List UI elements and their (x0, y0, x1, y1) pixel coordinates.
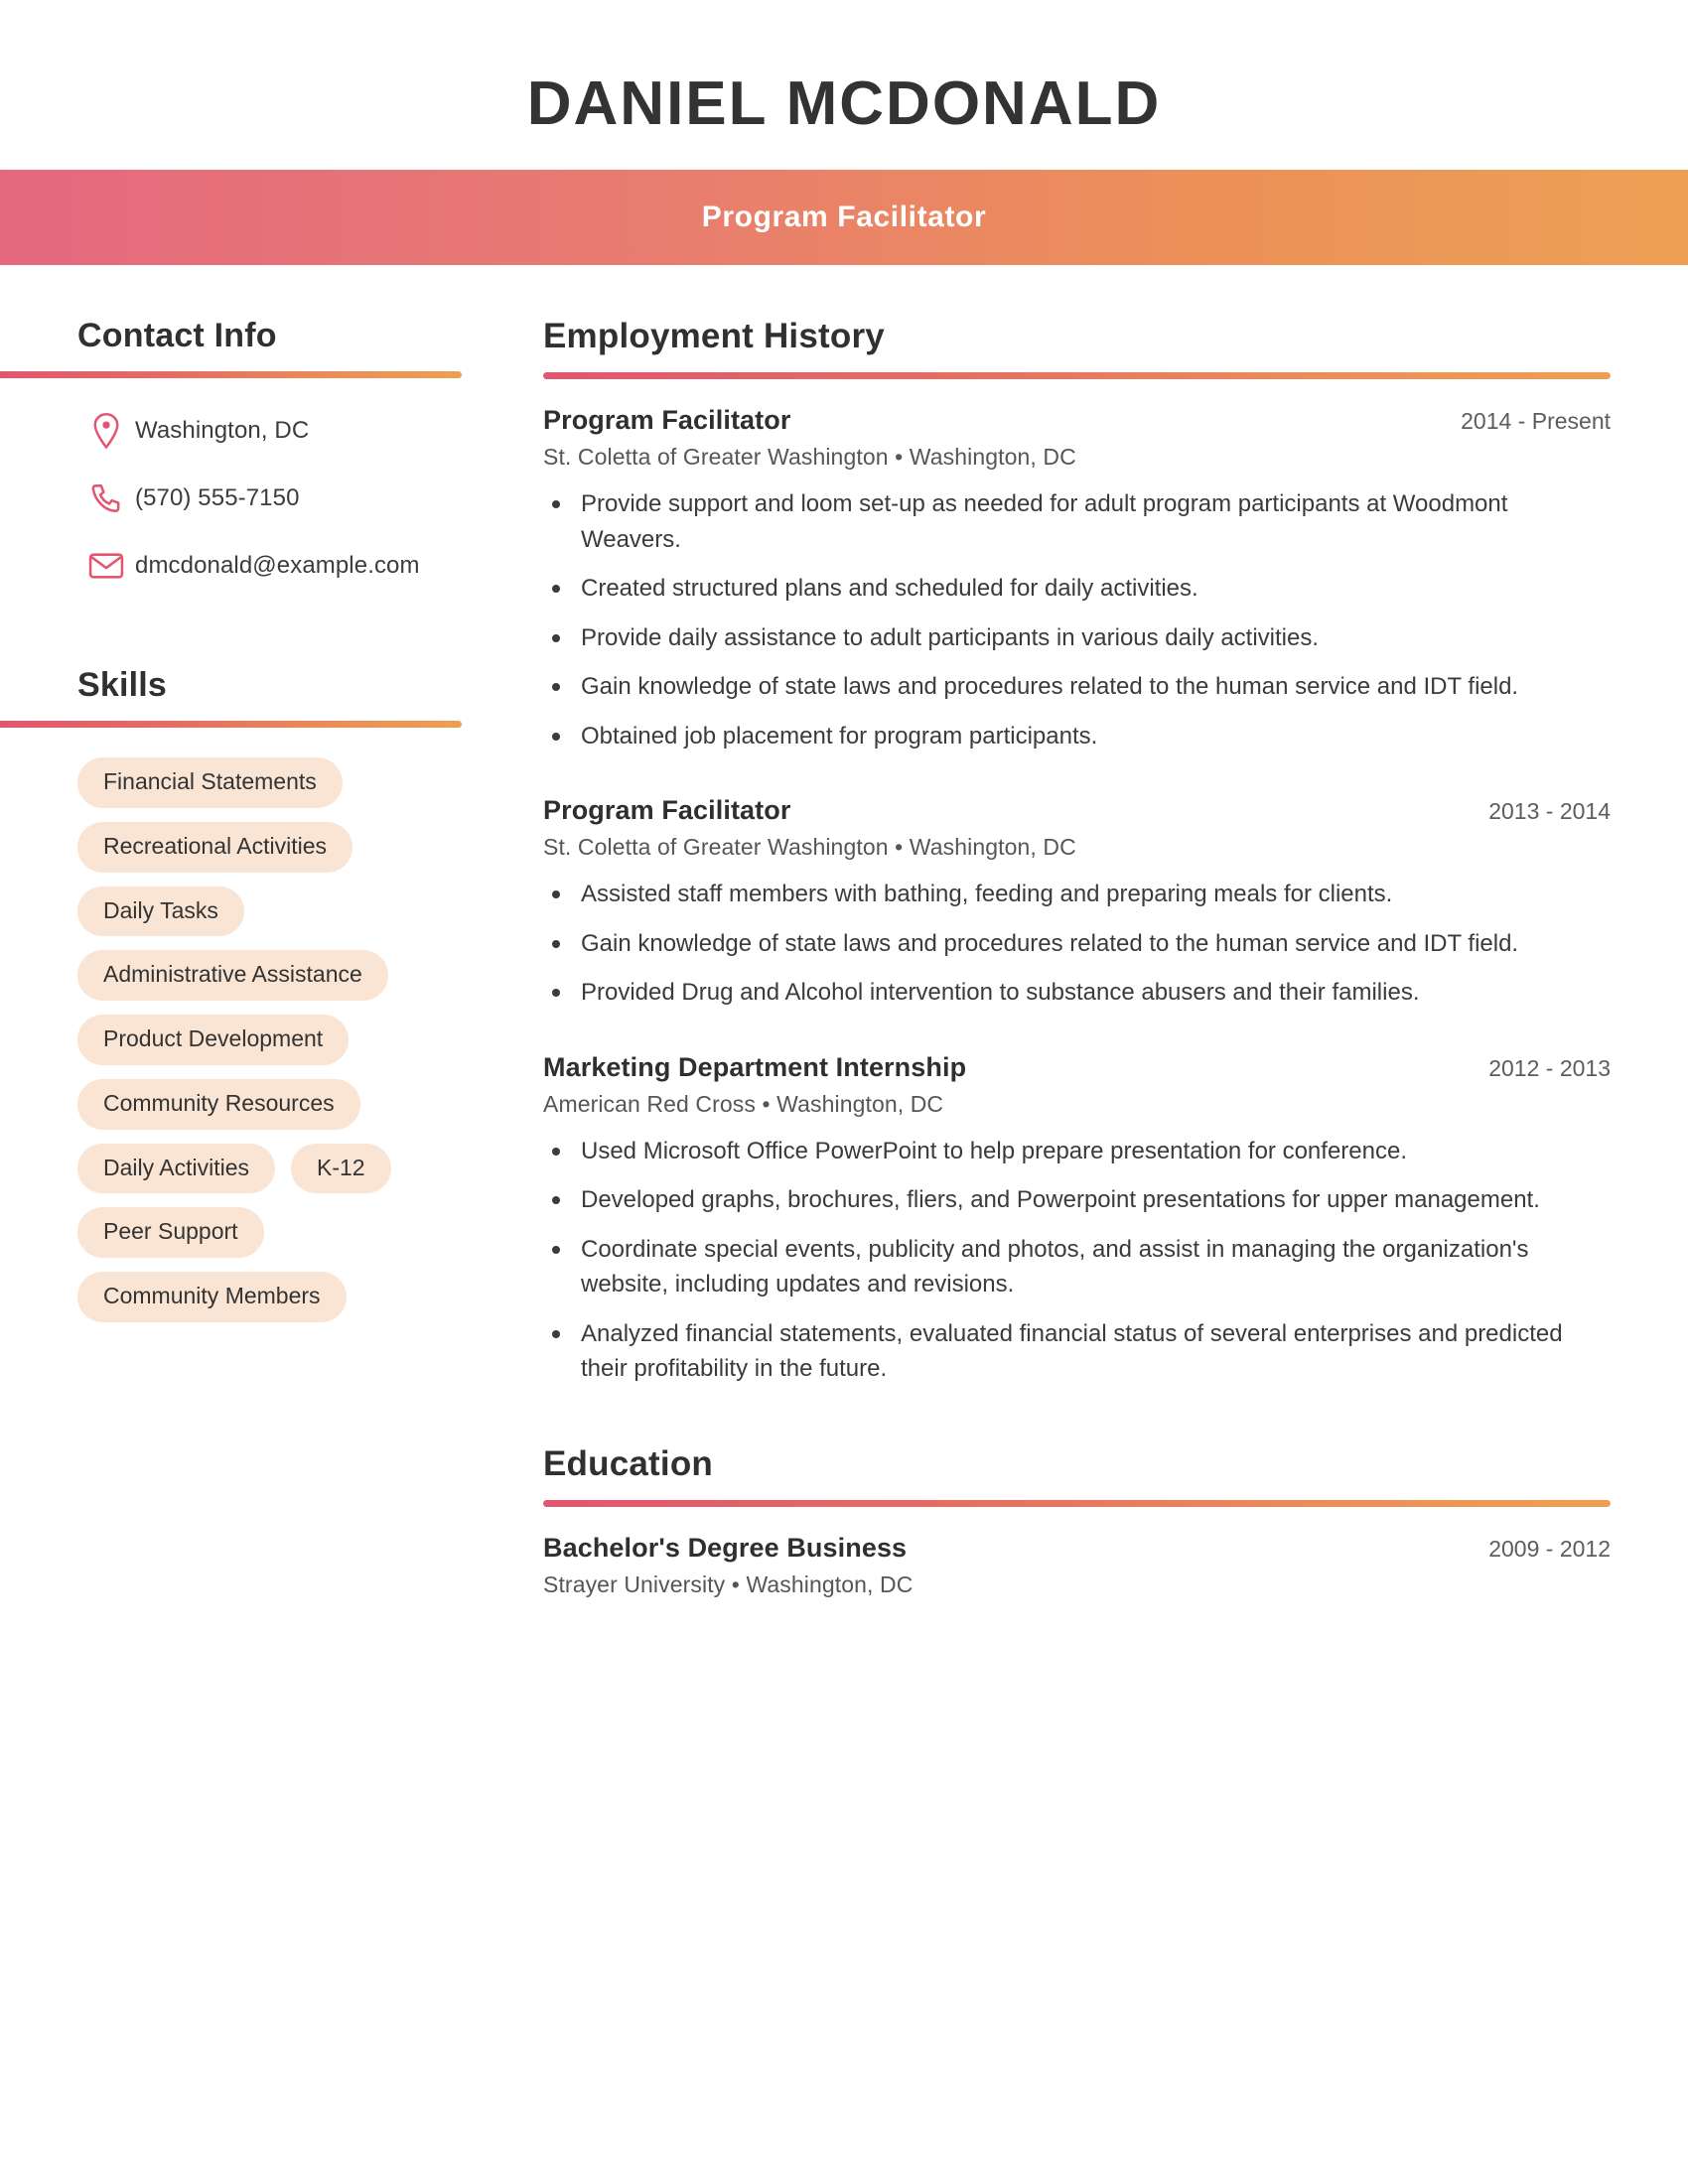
skill-pill[interactable]: Product Development (77, 1015, 350, 1065)
bullet-item: Developed graphs, brochures, fliers, and… (543, 1182, 1604, 1218)
employment-org-location: American Red Cross • Washington, DC (543, 1091, 1611, 1118)
resume-header: DANIEL MCDONALD (0, 0, 1688, 171)
contact-item-phone[interactable]: (570) 555-7150 (77, 476, 462, 521)
employment-job-title: Marketing Department Internship (543, 1051, 967, 1082)
employment-separator: • (895, 834, 904, 861)
contact-item-location[interactable]: Washington, DC (77, 408, 462, 454)
job-title: Program Facilitator (701, 201, 987, 234)
education-entry-header: Bachelor's Degree Business 2009 - 2012 (543, 1533, 1611, 1564)
employment-bullets: Provide support and loom set-up as neede… (543, 486, 1611, 753)
bullet-item: Gain knowledge of state laws and procedu… (543, 926, 1604, 962)
employment-dates: 2014 - Present (1461, 408, 1611, 435)
skills-section: Skills Financial Statements Recreational… (0, 666, 462, 1322)
employment-separator: • (895, 444, 904, 471)
employment-entry-header: Marketing Department Internship 2012 - 2… (543, 1052, 1611, 1083)
education-degree: Bachelor's Degree Business (543, 1532, 908, 1563)
employment-history-divider (543, 372, 1611, 380)
contact-info-divider (0, 371, 462, 379)
employment-organization: St. Coletta of Greater Washington (543, 834, 889, 861)
employment-separator: • (762, 1090, 771, 1117)
employment-entry-header: Program Facilitator 2013 - 2014 (543, 795, 1611, 826)
contact-item-email[interactable]: dmcdonald@example.com (77, 543, 462, 589)
employment-entry: Program Facilitator 2013 - 2014 St. Cole… (543, 795, 1611, 1011)
contact-list: Washington, DC (570) 555-7150 dmcdonald@… (77, 378, 462, 589)
skills-divider (0, 721, 462, 729)
employment-history-section: Employment History Program Facilitator 2… (543, 317, 1611, 1387)
employment-location: Washington, DC (909, 834, 1076, 861)
contact-info-section: Contact Info Washington, DC (570) 555-71… (0, 317, 462, 589)
bullet-item: Created structured plans and scheduled f… (543, 571, 1604, 607)
employment-organization: St. Coletta of Greater Washington (543, 444, 889, 471)
employment-entry: Program Facilitator 2014 - Present St. C… (543, 405, 1611, 753)
bullet-item: Obtained job placement for program parti… (543, 719, 1604, 754)
skill-pill[interactable]: Administrative Assistance (77, 950, 388, 1002)
page-title: DANIEL MCDONALD (526, 69, 1162, 138)
skills-list: Financial Statements Recreational Activi… (77, 728, 462, 1322)
envelope-icon (77, 551, 135, 581)
employment-entries: Program Facilitator 2014 - Present St. C… (543, 379, 1611, 1387)
bullet-item: Coordinate special events, publicity and… (543, 1232, 1604, 1302)
education-divider (543, 1499, 1611, 1507)
employment-location: Washington, DC (909, 444, 1076, 471)
education-school: Strayer University (543, 1570, 726, 1597)
employment-bullets: Assisted staff members with bathing, fee… (543, 877, 1611, 1011)
contact-value-phone: (570) 555-7150 (135, 483, 300, 511)
main-column: Employment History Program Facilitator 2… (487, 317, 1688, 1608)
education-location: Washington, DC (746, 1570, 914, 1597)
employment-history-heading: Employment History (543, 317, 885, 356)
education-dates: 2009 - 2012 (1488, 1535, 1611, 1562)
employment-location: Washington, DC (776, 1090, 944, 1117)
bullet-item: Provide support and loom set-up as neede… (543, 486, 1604, 557)
employment-entry: Marketing Department Internship 2012 - 2… (543, 1052, 1611, 1387)
resume-body: Contact Info Washington, DC (570) 555-71… (0, 265, 1688, 1608)
employment-org-location: St. Coletta of Greater Washington • Wash… (543, 834, 1611, 861)
employment-entry-header: Program Facilitator 2014 - Present (543, 405, 1611, 436)
employment-dates: 2013 - 2014 (1488, 798, 1611, 825)
bullet-item: Analyzed financial statements, evaluated… (543, 1316, 1604, 1387)
employment-organization: American Red Cross (543, 1090, 756, 1117)
skill-pill[interactable]: Daily Tasks (77, 886, 244, 937)
skill-pill[interactable]: Peer Support (77, 1207, 264, 1259)
education-separator: • (731, 1570, 740, 1597)
skills-heading: Skills (77, 666, 168, 705)
sidebar: Contact Info Washington, DC (570) 555-71… (0, 317, 487, 1322)
employment-bullets: Used Microsoft Office PowerPoint to help… (543, 1134, 1611, 1387)
employment-org-location: St. Coletta of Greater Washington • Wash… (543, 444, 1611, 471)
employment-dates: 2012 - 2013 (1488, 1054, 1611, 1081)
education-entry: Bachelor's Degree Business 2009 - 2012 S… (543, 1533, 1611, 1598)
phone-icon (77, 482, 135, 515)
education-section: Education Bachelor's Degree Business 200… (543, 1444, 1611, 1598)
contact-info-heading: Contact Info (77, 317, 277, 355)
skill-pill[interactable]: Recreational Activities (77, 821, 352, 873)
contact-value-email: dmcdonald@example.com (135, 551, 420, 579)
bullet-item: Used Microsoft Office PowerPoint to help… (543, 1134, 1604, 1169)
education-entries: Bachelor's Degree Business 2009 - 2012 S… (543, 1507, 1611, 1598)
bullet-item: Gain knowledge of state laws and procedu… (543, 669, 1604, 705)
skill-pill[interactable]: Financial Statements (77, 757, 343, 808)
employment-job-title: Program Facilitator (543, 405, 791, 436)
skill-pill[interactable]: K-12 (290, 1143, 391, 1194)
education-heading: Education (543, 1443, 713, 1483)
education-school-location: Strayer University • Washington, DC (543, 1571, 1611, 1598)
bullet-item: Provided Drug and Alcohol intervention t… (543, 975, 1604, 1011)
employment-job-title: Program Facilitator (543, 795, 791, 826)
location-pin-icon (77, 412, 135, 450)
skill-pill[interactable]: Community Resources (77, 1078, 360, 1130)
skill-pill[interactable]: Community Members (77, 1272, 347, 1322)
skill-pill[interactable]: Daily Activities (77, 1143, 275, 1194)
bullet-item: Provide daily assistance to adult partic… (543, 620, 1604, 656)
bullet-item: Assisted staff members with bathing, fee… (543, 877, 1604, 912)
contact-value-location: Washington, DC (135, 416, 310, 444)
job-title-band: Program Facilitator (0, 170, 1688, 266)
